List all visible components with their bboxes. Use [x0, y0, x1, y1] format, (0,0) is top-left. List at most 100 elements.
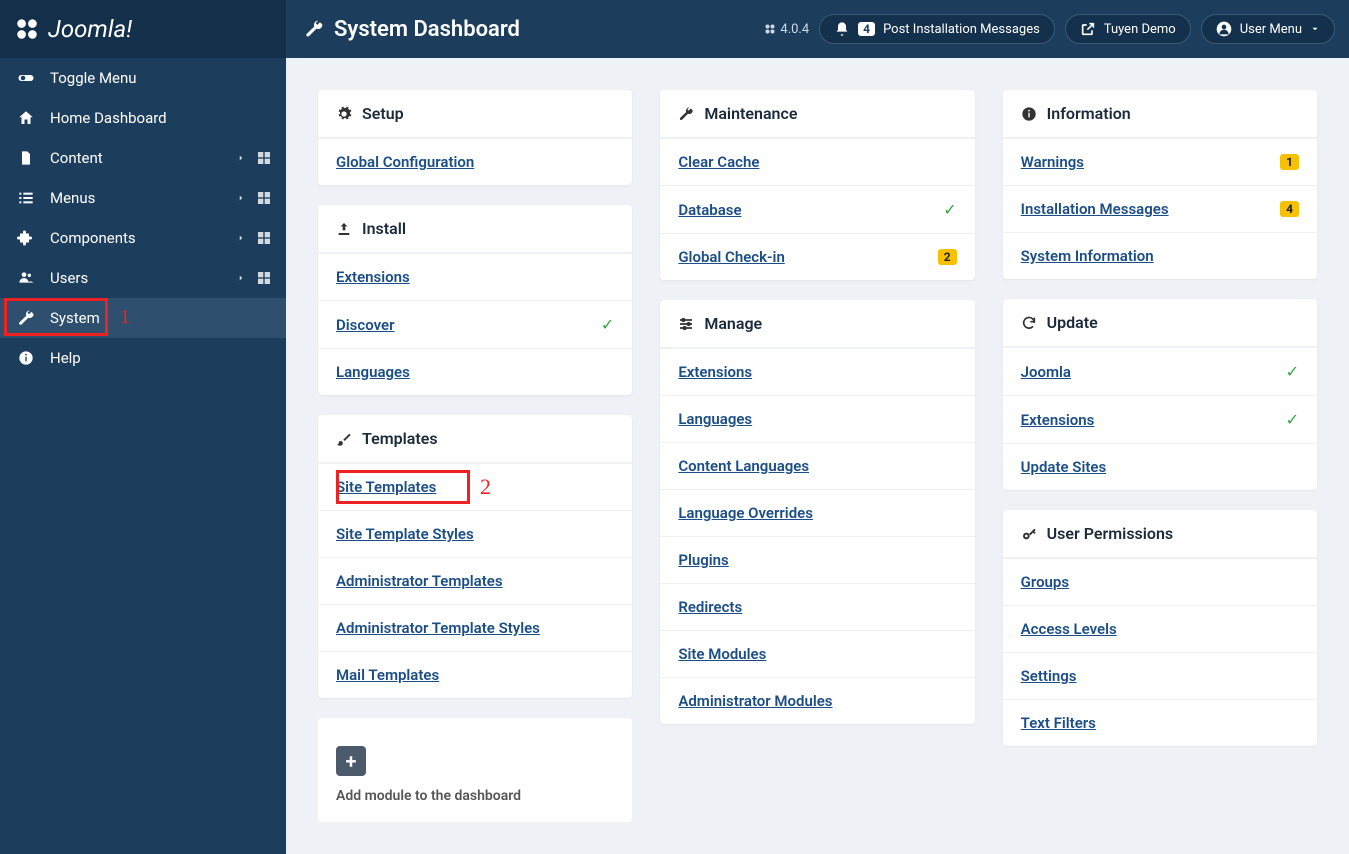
- chevron-down-icon: [1310, 24, 1320, 34]
- chevron-right-icon: [236, 191, 246, 205]
- brush-icon: [336, 431, 352, 447]
- site-name: Tuyen Demo: [1104, 22, 1176, 37]
- link-language-overrides[interactable]: Language Overrides: [678, 504, 813, 522]
- key-icon: [1021, 526, 1037, 542]
- badge-warnings: 1: [1280, 154, 1299, 170]
- sidebar-components[interactable]: Components: [0, 218, 286, 258]
- link-redirects[interactable]: Redirects: [678, 598, 742, 616]
- sidebar-content[interactable]: Content: [0, 138, 286, 178]
- check-icon: ✓: [601, 315, 614, 334]
- link-manage-extensions[interactable]: Extensions: [678, 363, 752, 381]
- link-system-info[interactable]: System Information: [1021, 247, 1154, 265]
- user-menu-button[interactable]: User Menu: [1201, 14, 1335, 44]
- sidebar-help[interactable]: Help: [0, 338, 286, 378]
- link-admin-template-styles[interactable]: Administrator Template Styles: [336, 619, 540, 637]
- wrench-icon: [304, 19, 324, 39]
- post-install-button[interactable]: 4 Post Installation Messages: [819, 14, 1055, 44]
- grid-icon[interactable]: [256, 190, 272, 206]
- link-site-template-styles[interactable]: Site Template Styles: [336, 525, 474, 543]
- joomla-icon: [14, 16, 40, 42]
- upload-icon: [336, 221, 352, 237]
- card-manage: Manage Extensions Languages Content Lang…: [660, 300, 974, 724]
- link-groups[interactable]: Groups: [1021, 573, 1069, 591]
- info-icon: [14, 350, 38, 366]
- link-install-languages[interactable]: Languages: [336, 363, 410, 381]
- link-text-filters[interactable]: Text Filters: [1021, 714, 1096, 732]
- wrench-icon: [678, 106, 694, 122]
- sidebar-menus[interactable]: Menus: [0, 178, 286, 218]
- version-label[interactable]: 4.0.4: [764, 22, 809, 37]
- badge-install-messages: 4: [1280, 201, 1299, 217]
- sidebar-home[interactable]: Home Dashboard: [0, 98, 286, 138]
- user-icon: [1216, 21, 1232, 37]
- sidebar-system[interactable]: System 1: [0, 298, 286, 338]
- link-update-joomla[interactable]: Joomla: [1021, 363, 1071, 381]
- link-clear-cache[interactable]: Clear Cache: [678, 153, 759, 171]
- sidebar-toggle-menu[interactable]: Toggle Menu: [0, 58, 286, 98]
- external-link-icon: [1080, 21, 1096, 37]
- sliders-icon: [678, 316, 694, 332]
- annotation-label-1: 1: [120, 306, 130, 329]
- sidebar-users[interactable]: Users: [0, 258, 286, 298]
- info-icon: [1021, 106, 1037, 122]
- add-module-label: Add module to the dashboard: [336, 788, 521, 804]
- brand-text: Joomla!: [48, 15, 132, 43]
- sidebar-item-label: Toggle Menu: [50, 69, 137, 87]
- grid-icon[interactable]: [256, 150, 272, 166]
- check-icon: ✓: [1286, 362, 1299, 381]
- link-update-extensions[interactable]: Extensions: [1021, 411, 1095, 429]
- sidebar-item-label: Home Dashboard: [50, 109, 167, 127]
- home-icon: [14, 109, 38, 127]
- grid-icon[interactable]: [256, 230, 272, 246]
- card-update: Update Joomla✓ Extensions✓ Update Sites: [1003, 299, 1317, 490]
- card-permissions: User Permissions Groups Access Levels Se…: [1003, 510, 1317, 746]
- list-icon: [14, 190, 38, 206]
- link-discover[interactable]: Discover: [336, 316, 394, 334]
- page-title-text: System Dashboard: [334, 17, 520, 42]
- link-manage-languages[interactable]: Languages: [678, 410, 752, 428]
- site-link-button[interactable]: Tuyen Demo: [1065, 14, 1191, 44]
- toggle-icon: [14, 69, 38, 87]
- link-admin-templates[interactable]: Administrator Templates: [336, 572, 503, 590]
- link-site-modules[interactable]: Site Modules: [678, 645, 766, 663]
- chevron-right-icon: [236, 151, 246, 165]
- link-update-sites[interactable]: Update Sites: [1021, 458, 1107, 476]
- link-install-extensions[interactable]: Extensions: [336, 268, 410, 286]
- card-maintenance: Maintenance Clear Cache Database✓ Global…: [660, 90, 974, 280]
- link-content-languages[interactable]: Content Languages: [678, 457, 809, 475]
- wrench-icon: [14, 309, 38, 327]
- check-icon: ✓: [943, 200, 956, 219]
- link-plugins[interactable]: Plugins: [678, 551, 728, 569]
- link-site-templates[interactable]: Site Templates: [336, 478, 436, 496]
- bell-icon: [834, 21, 850, 37]
- link-global-checkin[interactable]: Global Check-in: [678, 248, 785, 266]
- card-information: Information Warnings1 Installation Messa…: [1003, 90, 1317, 279]
- link-admin-modules[interactable]: Administrator Modules: [678, 692, 832, 710]
- link-mail-templates[interactable]: Mail Templates: [336, 666, 439, 684]
- link-access-levels[interactable]: Access Levels: [1021, 620, 1117, 638]
- post-install-label: Post Installation Messages: [883, 22, 1040, 37]
- chevron-right-icon: [236, 231, 246, 245]
- link-install-messages[interactable]: Installation Messages: [1021, 200, 1169, 218]
- link-warnings[interactable]: Warnings: [1021, 153, 1084, 171]
- brand-logo[interactable]: Joomla!: [0, 0, 286, 58]
- link-global-config[interactable]: Global Configuration: [336, 153, 474, 171]
- grid-icon[interactable]: [256, 270, 272, 286]
- card-templates: Templates Site Templates 2 Site Template…: [318, 415, 632, 698]
- link-settings[interactable]: Settings: [1021, 667, 1077, 685]
- sidebar-item-label: Components: [50, 229, 136, 247]
- sidebar-item-label: Content: [50, 149, 103, 167]
- joomla-small-icon: [764, 23, 776, 35]
- page-title: System Dashboard: [286, 17, 520, 42]
- sidebar-item-label: Menus: [50, 189, 95, 207]
- add-module-card[interactable]: + Add module to the dashboard: [318, 718, 632, 822]
- check-icon: ✓: [1286, 410, 1299, 429]
- card-install: Install Extensions Discover✓ Languages: [318, 205, 632, 395]
- annotation-label-2: 2: [480, 474, 491, 500]
- card-setup: Setup Global Configuration: [318, 90, 632, 185]
- badge-checkin: 2: [938, 249, 957, 265]
- sidebar-item-label: System: [50, 309, 100, 327]
- refresh-icon: [1021, 315, 1037, 331]
- link-database[interactable]: Database: [678, 201, 741, 219]
- top-bar: Joomla! System Dashboard 4.0.4 4 Post In…: [0, 0, 1349, 58]
